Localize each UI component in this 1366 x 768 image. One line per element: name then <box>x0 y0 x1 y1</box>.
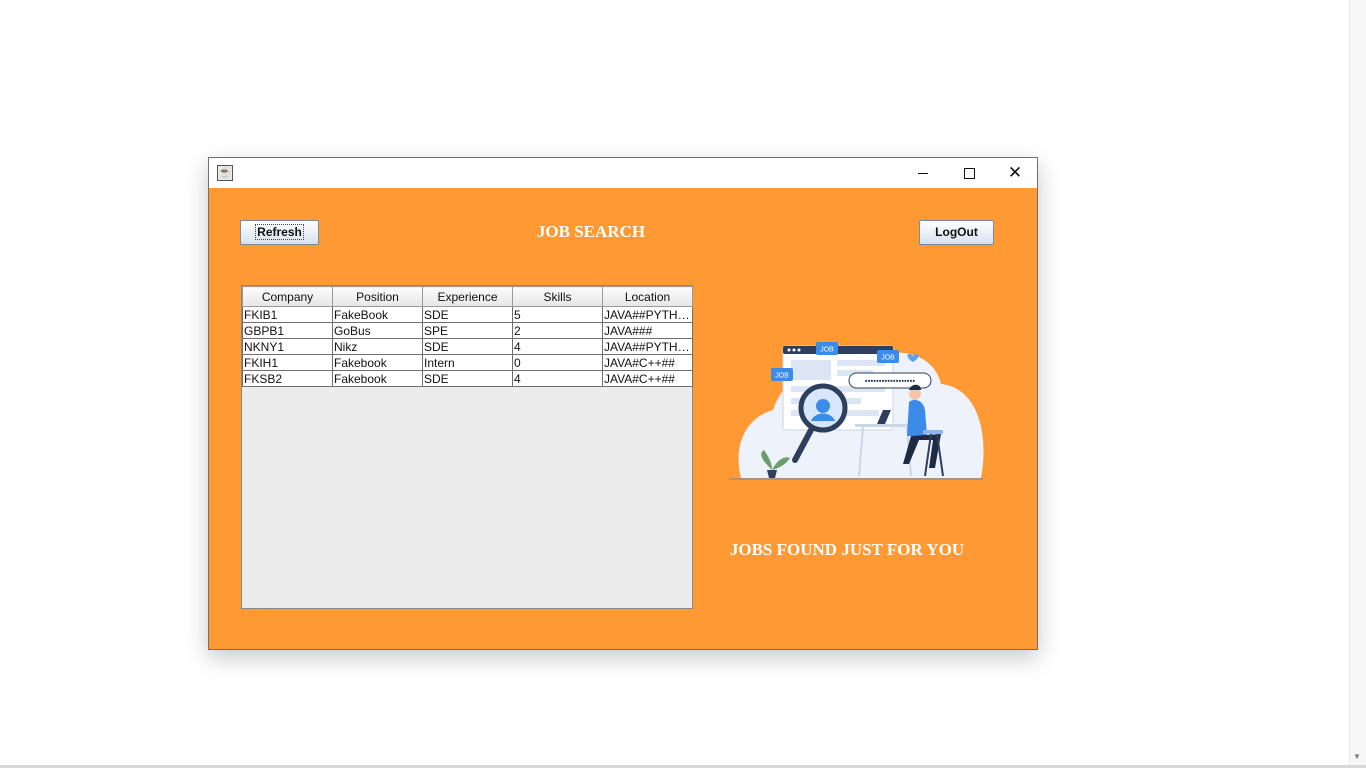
tagline: JOBS FOUND JUST FOR YOU <box>729 540 965 559</box>
table-row[interactable]: FKSB2 Fakebook SDE 4 JAVA#C++## <box>242 370 693 387</box>
svg-text:••••••••••••••••••: •••••••••••••••••• <box>865 377 916 386</box>
cell-experience[interactable]: SDE <box>422 338 513 355</box>
table-row[interactable]: FKIH1 Fakebook Intern 0 JAVA#C++## <box>242 354 693 371</box>
svg-text:JOB: JOB <box>775 373 789 380</box>
cell-company[interactable]: FKIH1 <box>242 354 333 371</box>
refresh-button-label: Refresh <box>255 224 304 240</box>
cell-skills[interactable]: 0 <box>512 354 603 371</box>
content-panel: Refresh JOB SEARCH LogOut Company Positi… <box>209 188 1037 649</box>
column-header-location[interactable]: Location <box>602 286 693 307</box>
cell-experience[interactable]: SDE <box>422 306 513 323</box>
minimize-icon[interactable] <box>900 158 946 188</box>
close-icon[interactable]: ✕ <box>992 158 1038 188</box>
cell-experience[interactable]: SPE <box>422 322 513 339</box>
cell-location[interactable]: JAVA##PYTHON <box>602 338 693 355</box>
cell-position[interactable]: Fakebook <box>332 354 423 371</box>
job-search-window: ☕ ✕ Refresh JOB SEARCH LogOut Company Po… <box>208 157 1038 650</box>
cell-position[interactable]: Nikz <box>332 338 423 355</box>
cell-experience[interactable]: Intern <box>422 354 513 371</box>
job-search-illustration: JOB JOB JOB •••••••••••••••••• <box>729 342 984 480</box>
cell-skills[interactable]: 4 <box>512 338 603 355</box>
job-badge-icon: JOB <box>877 350 899 363</box>
refresh-button[interactable]: Refresh <box>240 220 319 245</box>
cell-company[interactable]: FKSB2 <box>242 370 333 387</box>
maximize-icon[interactable] <box>946 158 992 188</box>
column-header-company[interactable]: Company <box>242 286 333 307</box>
cell-location[interactable]: JAVA##PYTHON <box>602 306 693 323</box>
job-badge-icon: JOB <box>771 368 793 381</box>
cell-company[interactable]: NKNY1 <box>242 338 333 355</box>
column-header-skills[interactable]: Skills <box>512 286 603 307</box>
cell-skills[interactable]: 5 <box>512 306 603 323</box>
table-row[interactable]: GBPB1 GoBus SPE 2 JAVA### <box>242 322 693 339</box>
scroll-down-icon[interactable]: ▼ <box>1352 752 1362 762</box>
column-header-experience[interactable]: Experience <box>422 286 513 307</box>
column-header-position[interactable]: Position <box>332 286 423 307</box>
java-app-icon: ☕ <box>217 165 233 181</box>
table-row[interactable]: NKNY1 Nikz SDE 4 JAVA##PYTHON <box>242 338 693 355</box>
job-badge-icon: JOB <box>816 342 838 355</box>
table-row[interactable]: FKIB1 FakeBook SDE 5 JAVA##PYTHON <box>242 306 693 323</box>
cell-location[interactable]: JAVA#C++## <box>602 370 693 387</box>
cell-company[interactable]: GBPB1 <box>242 322 333 339</box>
cell-skills[interactable]: 4 <box>512 370 603 387</box>
svg-text:JOB: JOB <box>881 355 895 362</box>
title-bar[interactable]: ☕ ✕ <box>209 158 1037 188</box>
cell-position[interactable]: GoBus <box>332 322 423 339</box>
cell-position[interactable]: FakeBook <box>332 306 423 323</box>
jobs-table-scrollpane[interactable]: Company Position Experience Skills Locat… <box>241 285 693 609</box>
jobs-table: Company Position Experience Skills Locat… <box>242 286 693 387</box>
cell-location[interactable]: JAVA### <box>602 322 693 339</box>
cell-skills[interactable]: 2 <box>512 322 603 339</box>
svg-text:JOB: JOB <box>820 347 834 354</box>
table-header-row: Company Position Experience Skills Locat… <box>242 286 693 307</box>
page-scrollbar[interactable] <box>1349 0 1366 768</box>
cell-experience[interactable]: SDE <box>422 370 513 387</box>
cell-position[interactable]: Fakebook <box>332 370 423 387</box>
page-title: JOB SEARCH <box>536 222 646 241</box>
cell-company[interactable]: FKIB1 <box>242 306 333 323</box>
cell-location[interactable]: JAVA#C++## <box>602 354 693 371</box>
logout-button[interactable]: LogOut <box>919 220 994 245</box>
